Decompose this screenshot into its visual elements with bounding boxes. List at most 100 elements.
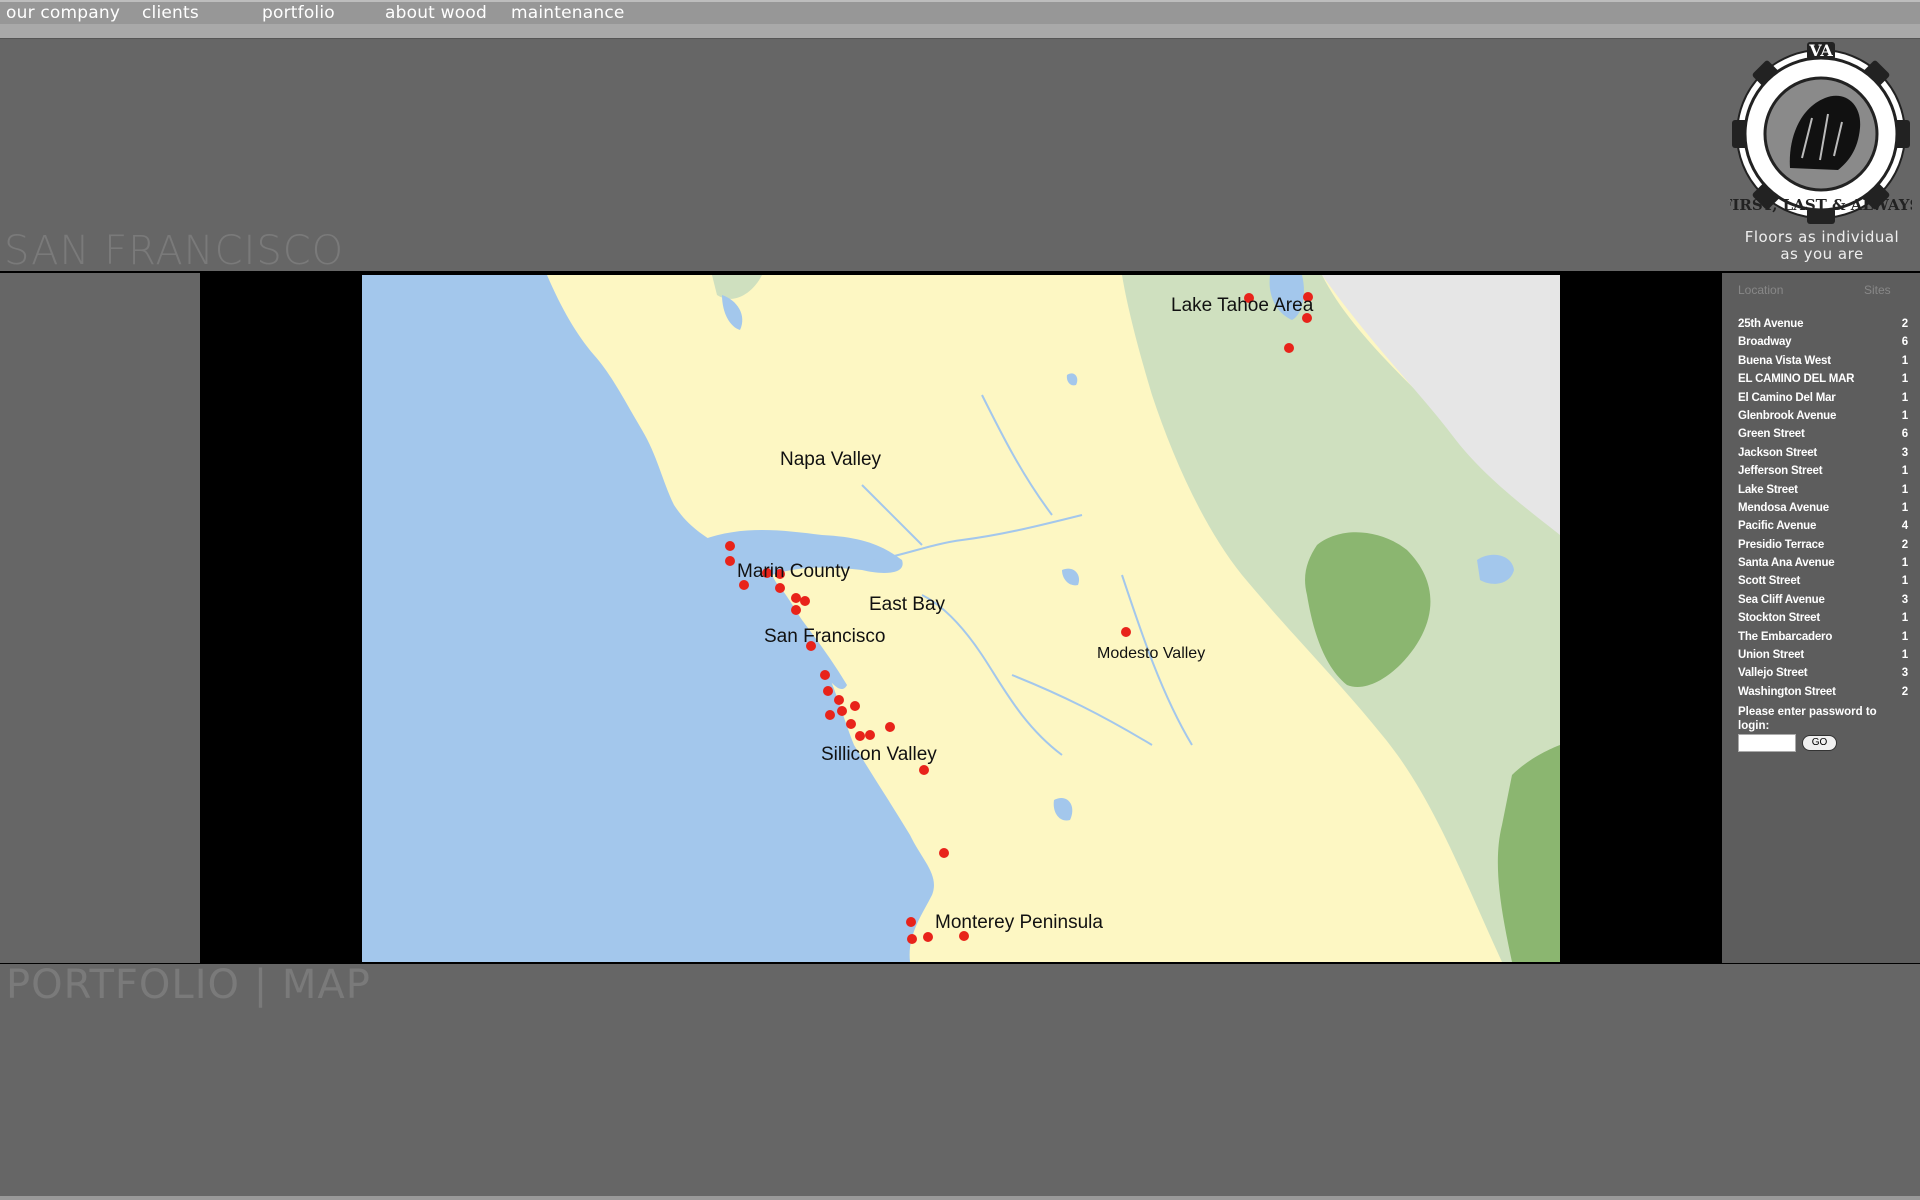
map-label-modesto-valley[interactable]: Modesto Valley xyxy=(1097,645,1205,663)
location-row[interactable]: Glenbrook Avenue 1 xyxy=(1738,410,1908,428)
location-site-count: 3 xyxy=(1901,667,1908,680)
password-label: Please enter password to login: xyxy=(1738,706,1877,732)
map-label-silicon-valley[interactable]: Sillicon Valley xyxy=(821,744,937,766)
column-header-sites: Sites xyxy=(1864,283,1891,297)
location-site-count: 6 xyxy=(1901,336,1908,349)
nav-about-wood[interactable]: about wood xyxy=(385,3,487,23)
nav-maintenance[interactable]: maintenance xyxy=(511,3,625,23)
location-site-count: 1 xyxy=(1901,649,1908,662)
location-site-count: 1 xyxy=(1901,391,1908,404)
site-marker xyxy=(823,686,833,696)
location-row[interactable]: Vallejo Street 3 xyxy=(1738,667,1908,685)
location-name: Jackson Street xyxy=(1738,446,1818,459)
location-site-count: 1 xyxy=(1901,483,1908,496)
location-site-count: 1 xyxy=(1901,501,1908,514)
location-site-count: 6 xyxy=(1901,428,1908,441)
location-row[interactable]: EL CAMINO DEL MAR 1 xyxy=(1738,373,1908,391)
location-name: Santa Ana Avenue xyxy=(1738,557,1835,570)
location-row[interactable]: Buena Vista West 1 xyxy=(1738,355,1908,373)
location-site-count: 2 xyxy=(1901,685,1908,698)
location-site-count: 1 xyxy=(1901,630,1908,643)
site-marker xyxy=(907,934,917,944)
location-name: Glenbrook Avenue xyxy=(1738,409,1837,422)
page-title: SAN FRANCISCO xyxy=(4,228,345,274)
location-row[interactable]: Union Street 1 xyxy=(1738,649,1908,667)
location-site-count: 2 xyxy=(1901,318,1908,330)
location-row[interactable]: El Camino Del Mar 1 xyxy=(1738,392,1908,410)
site-marker xyxy=(825,710,835,720)
location-site-count: 1 xyxy=(1901,354,1908,367)
location-name: Pacific Avenue xyxy=(1738,520,1817,533)
site-marker xyxy=(820,670,830,680)
site-marker xyxy=(1284,343,1294,353)
location-row[interactable]: Scott Street 1 xyxy=(1738,575,1908,593)
nav-portfolio[interactable]: portfolio xyxy=(262,3,335,23)
nav-our-company[interactable]: our company xyxy=(6,3,120,23)
location-site-count: 2 xyxy=(1901,538,1908,551)
top-nav: our company clients portfolio about wood… xyxy=(0,0,1920,24)
map-label-marin-county[interactable]: Marin County xyxy=(737,561,850,583)
location-name: Scott Street xyxy=(1738,575,1801,588)
site-marker xyxy=(775,583,785,593)
footer-title: PORTFOLIO | MAP xyxy=(6,962,371,1008)
map-label-monterey-peninsula[interactable]: Monterey Peninsula xyxy=(935,912,1103,934)
site-marker xyxy=(791,605,801,615)
map-label-napa-valley[interactable]: Napa Valley xyxy=(780,449,881,471)
location-row[interactable]: Jackson Street 3 xyxy=(1738,447,1908,465)
location-row[interactable]: Santa Ana Avenue 1 xyxy=(1738,557,1908,575)
site-marker xyxy=(923,932,933,942)
site-marker xyxy=(1121,627,1131,637)
location-row[interactable]: Broadway 6 xyxy=(1738,336,1908,354)
location-site-count: 1 xyxy=(1901,557,1908,570)
nav-clients[interactable]: clients xyxy=(142,3,199,23)
site-marker xyxy=(855,731,865,741)
map-label-san-francisco[interactable]: San Francisco xyxy=(764,626,885,648)
site-marker xyxy=(846,719,856,729)
location-name: EL CAMINO DEL MAR xyxy=(1738,373,1855,386)
location-name: Lake Street xyxy=(1738,483,1798,496)
location-name: Green Street xyxy=(1738,428,1805,441)
location-row[interactable]: Washington Street 2 xyxy=(1738,686,1908,704)
bottom-bar xyxy=(0,1196,1920,1200)
svg-text:VA: VA xyxy=(1808,41,1833,60)
location-row[interactable]: Mendosa Avenue 1 xyxy=(1738,502,1908,520)
company-logo[interactable]: VA FIRST, LAST & ALWAYS xyxy=(1722,38,1920,226)
location-row[interactable]: Stockton Street 1 xyxy=(1738,612,1908,630)
map-label-east-bay[interactable]: East Bay xyxy=(869,594,945,616)
location-name: Union Street xyxy=(1738,649,1804,662)
location-row[interactable]: Presidio Terrace 2 xyxy=(1738,539,1908,557)
password-input[interactable] xyxy=(1738,734,1796,752)
site-marker xyxy=(800,596,810,606)
location-row[interactable]: Pacific Avenue 4 xyxy=(1738,520,1908,538)
location-name: Sea Cliff Avenue xyxy=(1738,593,1825,606)
column-header-location: Location xyxy=(1738,283,1784,297)
location-row[interactable]: Jefferson Street 1 xyxy=(1738,465,1908,483)
site-marker xyxy=(885,722,895,732)
site-marker xyxy=(725,556,735,566)
location-name: El Camino Del Mar xyxy=(1738,391,1836,404)
logo-text: FIRST, LAST & ALWAYS xyxy=(1730,196,1912,214)
site-marker xyxy=(725,541,735,551)
location-name: Stockton Street xyxy=(1738,612,1820,625)
location-name: The Embarcadero xyxy=(1738,630,1833,643)
location-site-count: 1 xyxy=(1901,409,1908,422)
site-marker xyxy=(939,848,949,858)
location-row[interactable]: Green Street 6 xyxy=(1738,428,1908,446)
go-button[interactable]: GO xyxy=(1802,735,1837,751)
location-row[interactable]: Sea Cliff Avenue 3 xyxy=(1738,594,1908,612)
location-row[interactable]: The Embarcadero 1 xyxy=(1738,631,1908,649)
portfolio-map[interactable]: Lake Tahoe Area Napa Valley Marin County… xyxy=(362,275,1560,962)
map-label-lake-tahoe[interactable]: Lake Tahoe Area xyxy=(1171,295,1313,317)
location-name: Broadway xyxy=(1738,336,1792,349)
location-name: Mendosa Avenue xyxy=(1738,501,1829,514)
location-row[interactable]: Lake Street 1 xyxy=(1738,484,1908,502)
location-name: Presidio Terrace xyxy=(1738,538,1825,551)
sub-nav-bar xyxy=(0,24,1920,39)
site-marker xyxy=(834,695,844,705)
location-name: 25th Avenue xyxy=(1738,318,1804,330)
tagline: Floors as individual as you are xyxy=(1744,228,1900,263)
location-site-count: 1 xyxy=(1901,575,1908,588)
location-list: 25th Avenue 2 Broadway 6 Buena Vista West 1 EL… xyxy=(1738,318,1908,704)
location-row[interactable]: 25th Avenue 2 xyxy=(1738,318,1908,336)
left-panel xyxy=(0,273,200,963)
